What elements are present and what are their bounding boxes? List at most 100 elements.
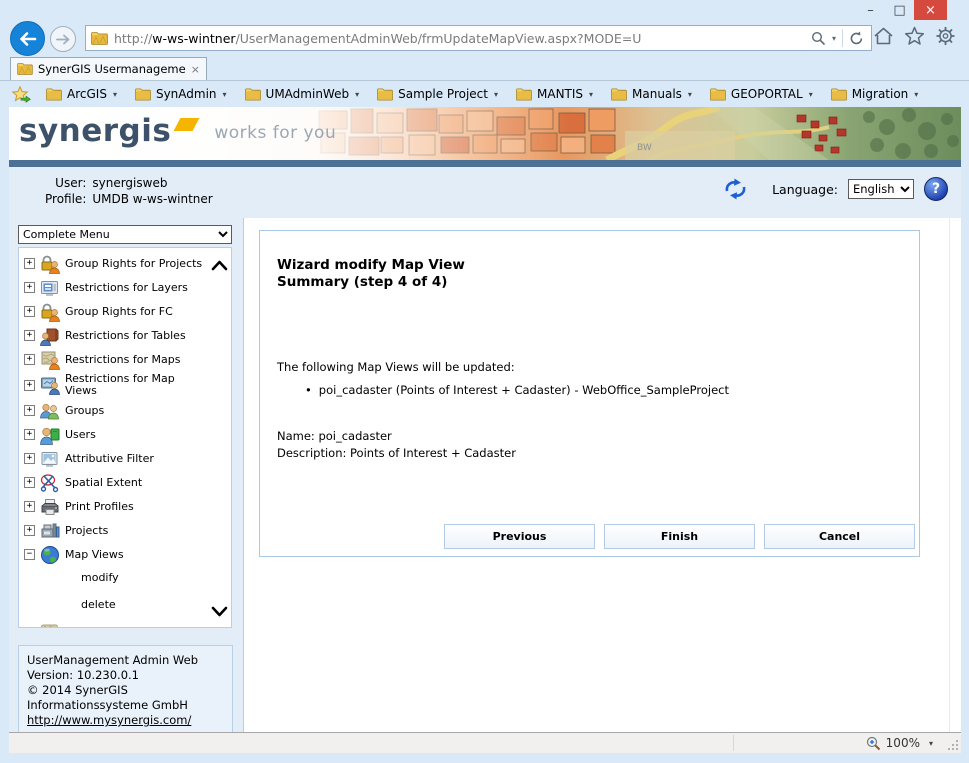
tree-item-map-views[interactable]: − Map Views [24,544,231,565]
status-bar-divider [733,735,734,751]
refresh-icon[interactable] [849,31,864,46]
close-button[interactable]: × [914,0,947,20]
expand-plus-icon[interactable]: + [24,405,35,416]
expand-plus-icon[interactable]: + [24,627,35,628]
menu-mode-select[interactable]: Complete Menu [18,225,232,244]
wizard-title-line2: Summary (step 4 of 4) [277,274,465,291]
profile-label: Profile: [45,192,86,206]
resize-grip[interactable] [948,740,958,750]
favorites-star-icon[interactable] [904,26,925,46]
printer-icon [39,497,61,517]
favorites-item-geoportal[interactable]: GEOPORTAL ▾ [703,85,820,103]
tree-item-restrictions-for-layers[interactable]: + Restrictions for Layers [24,277,231,298]
tree-scroll-up-icon[interactable] [211,256,228,275]
minimize-button[interactable]: – [856,0,885,20]
cancel-button[interactable]: Cancel [764,524,915,549]
mapview-name-line: Name: poi_cadaster [277,429,392,443]
tree-item-label: Maps [65,627,94,629]
tree-item-groups[interactable]: + Groups [24,400,231,421]
add-favorite-star-icon[interactable] [12,86,31,103]
lock-user-icon [39,254,61,274]
tab-synergis-usermanagement[interactable]: SynerGIS Usermanagement ... × [10,57,207,80]
maximize-button[interactable]: □ [885,0,914,20]
finish-button[interactable]: Finish [604,524,755,549]
tree-item-label: Print Profiles [65,501,134,513]
about-line: © 2014 SynerGIS [27,683,224,698]
expand-plus-icon[interactable]: + [24,453,35,464]
expand-plus-icon[interactable]: + [24,380,35,391]
previous-button[interactable]: Previous [444,524,595,549]
mapview-user-icon [39,375,61,395]
page-favicon-folder-icon [91,32,108,45]
tree-item-projects[interactable]: + Projects [24,520,231,541]
zoom-control[interactable]: 100% ▾ [866,733,933,753]
favorites-item-label: Manuals [632,87,682,101]
tree-item-restrictions-for-map-views[interactable]: + Restrictions for Map Views [24,373,231,397]
expand-plus-icon[interactable]: + [24,429,35,440]
forward-button[interactable] [50,26,76,52]
help-icon[interactable]: ? [924,177,948,201]
folder-icon [710,88,726,101]
tree-item-spatial-extent[interactable]: + Spatial Extent [24,472,231,493]
reload-language-icon[interactable] [723,177,748,201]
tree-item-label: Attributive Filter [65,453,154,465]
expand-plus-icon[interactable]: + [24,501,35,512]
favorites-item-synadmin[interactable]: SynAdmin ▾ [128,85,234,103]
tree-item-restrictions-for-maps[interactable]: + Restrictions for Maps [24,349,231,370]
tree-item-group-rights-for-projects[interactable]: + Group Rights for Projects [24,253,231,274]
expand-plus-icon[interactable]: + [24,330,35,341]
expand-plus-icon[interactable]: + [24,258,35,269]
expand-plus-icon[interactable]: + [24,354,35,365]
back-arrow-icon [19,32,37,46]
collapse-minus-icon[interactable]: − [24,549,35,560]
favorites-item-label: ArcGIS [67,87,107,101]
tree-item-print-profiles[interactable]: + Print Profiles [24,496,231,517]
content-edge-line [949,218,950,733]
spatial-extent-icon [39,473,61,493]
favorites-item-umadminweb[interactable]: UMAdminWeb ▾ [238,85,367,103]
chevron-down-icon: ▾ [494,90,498,99]
settings-gear-icon[interactable] [935,26,956,46]
expand-plus-icon[interactable]: + [24,282,35,293]
tab-close-icon[interactable]: × [191,63,200,76]
tree-item-map-views-delete[interactable]: delete [24,595,231,615]
tree-item-maps[interactable]: + Maps [24,622,231,628]
tree-item-map-views-modify[interactable]: modify [24,568,231,588]
divider [842,29,843,47]
search-icon[interactable] [811,31,826,46]
tree-item-users[interactable]: + Users [24,424,231,445]
attributive-filter-icon [39,449,61,469]
table-user-icon [39,326,61,346]
home-icon[interactable] [873,26,894,46]
favorites-item-label: SynAdmin [156,87,217,101]
favorites-item-arcgis[interactable]: ArcGIS ▾ [39,85,124,103]
tree-item-attributive-filter[interactable]: + Attributive Filter [24,448,231,469]
expand-plus-icon[interactable]: + [24,477,35,488]
favorites-bar: ArcGIS ▾ SynAdmin ▾ UMAdminWeb ▾ Sample … [0,80,969,107]
language-select[interactable]: English [848,179,914,199]
back-button[interactable] [10,21,45,56]
favorites-item-label: GEOPORTAL [731,87,803,101]
expand-plus-icon[interactable]: + [24,525,35,536]
tree-scroll-down-icon[interactable] [211,602,228,621]
wizard-panel: Wizard modify Map View Summary (step 4 o… [259,230,920,557]
tree-item-restrictions-for-tables[interactable]: + Restrictions for Tables [24,325,231,346]
about-line: UserManagement Admin Web [27,653,224,668]
mapview-list-item-text: poi_cadaster (Points of Interest + Cadas… [319,383,729,397]
synergis-website-link[interactable]: http://www.mysynergis.com/ [27,713,191,727]
zoom-dropdown-icon[interactable]: ▾ [929,739,933,748]
tab-title: SynerGIS Usermanagement ... [38,62,186,76]
expand-plus-icon[interactable]: + [24,306,35,317]
sidebar: Complete Menu + Group Rights for Project… [9,218,244,733]
banner-map-label: BW [637,143,652,153]
synergis-logo: synergis works for you [19,114,336,148]
search-dropdown-icon[interactable]: ▾ [832,34,836,43]
favorites-item-mantis[interactable]: MANTIS ▾ [509,85,600,103]
tree-item-group-rights-for-fc[interactable]: + Group Rights for FC [24,301,231,322]
address-bar[interactable]: http://w-ws-wintner/UserManagementAdminW… [85,25,872,51]
favorites-item-sample-project[interactable]: Sample Project ▾ [370,85,505,103]
favorites-item-migration[interactable]: Migration ▾ [824,85,926,103]
favorites-item-manuals[interactable]: Manuals ▾ [604,85,699,103]
wizard-title: Wizard modify Map View Summary (step 4 o… [277,257,465,291]
url-text: http://w-ws-wintner/UserManagementAdminW… [114,31,811,46]
